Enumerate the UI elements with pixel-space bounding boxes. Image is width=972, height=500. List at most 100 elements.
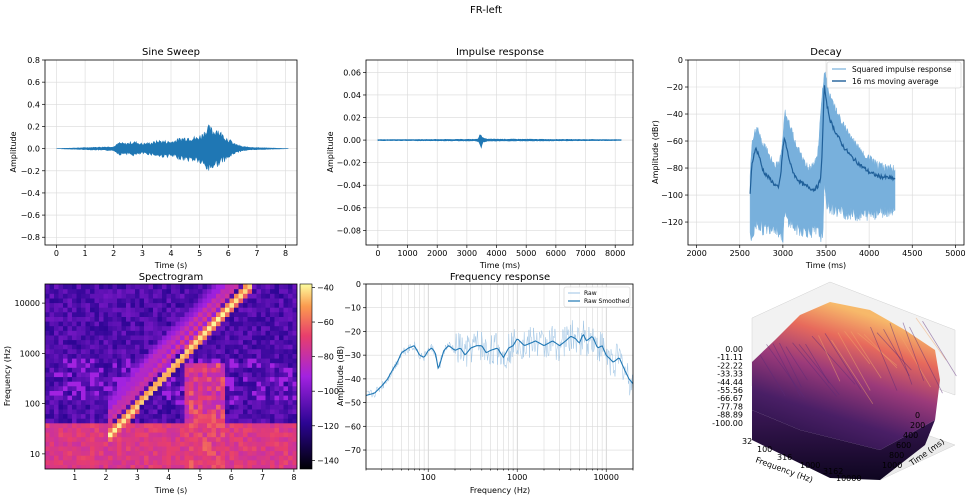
spectrogram-cell bbox=[54, 297, 60, 304]
spectrogram-cell bbox=[166, 321, 172, 327]
spectrogram-cell bbox=[130, 418, 136, 424]
spectrogram-cell bbox=[243, 344, 249, 350]
spectrogram-cell bbox=[90, 367, 96, 373]
spectrogram-cell bbox=[135, 293, 141, 299]
spectrogram-cell bbox=[225, 450, 231, 456]
spectrogram-cell bbox=[225, 445, 231, 452]
spectrogram-cell bbox=[54, 334, 60, 341]
spectrogram-cell bbox=[121, 408, 127, 415]
spectrogram-cell bbox=[76, 288, 82, 294]
spectrogram-cell bbox=[279, 297, 285, 304]
spectrogram-cell bbox=[117, 455, 123, 461]
spectrogram-cell bbox=[270, 395, 276, 401]
spectrogram-cell bbox=[283, 302, 289, 308]
spectrogram-cell bbox=[45, 395, 51, 401]
spectrogram-cell bbox=[45, 334, 51, 341]
y-tick-label: 0 bbox=[678, 56, 683, 65]
spectrogram-cell bbox=[49, 339, 55, 345]
spectrogram-cell bbox=[135, 288, 141, 294]
spectrogram-cell bbox=[81, 288, 87, 294]
spectrogram-cell bbox=[72, 441, 78, 447]
spectrogram-cell bbox=[279, 385, 285, 391]
spectrogram-cell bbox=[283, 459, 289, 465]
spectrogram-cell bbox=[58, 455, 64, 461]
spectrogram-cell bbox=[175, 436, 181, 442]
spectrogram-cell bbox=[261, 413, 267, 419]
spectrogram-cell bbox=[193, 325, 199, 331]
spectrogram-cell bbox=[175, 358, 181, 364]
spectrogram-cell bbox=[162, 358, 168, 364]
spectrogram-cell bbox=[216, 302, 222, 308]
spectrogram-cell bbox=[94, 311, 100, 317]
spectrogram-cell bbox=[283, 385, 289, 391]
spectrogram-cell bbox=[220, 436, 226, 442]
spectrogram-cell bbox=[117, 432, 123, 438]
spectrogram-cell bbox=[148, 311, 154, 317]
spectrogram-cell bbox=[157, 422, 163, 428]
spectrogram-cell bbox=[121, 427, 127, 433]
decay-ylabel: Amplitude (dBr) bbox=[651, 120, 660, 184]
spectrogram-cell bbox=[135, 418, 141, 424]
spectrogram-cell bbox=[49, 334, 55, 341]
spectrogram-cell bbox=[81, 353, 87, 359]
spectrogram-cell bbox=[144, 293, 150, 299]
spectrogram-cell bbox=[216, 408, 222, 415]
spectrogram-cell bbox=[202, 325, 208, 331]
spectrogram-cell bbox=[72, 362, 78, 368]
spectrogram-cell bbox=[247, 321, 253, 327]
spectrogram-cell bbox=[180, 325, 186, 331]
x-tick-label: 100 bbox=[421, 473, 436, 482]
spectrogram-cell bbox=[76, 362, 82, 368]
spectrogram-cell bbox=[162, 362, 168, 368]
y-tick-label: −100 bbox=[661, 191, 683, 200]
spectrogram-cell bbox=[234, 353, 240, 359]
spectrogram-cell bbox=[117, 353, 123, 359]
spectrogram-cell bbox=[81, 311, 87, 317]
spectrogram-cell bbox=[153, 418, 159, 424]
spectrogram-cell bbox=[171, 371, 177, 378]
spectrogram-cell bbox=[288, 450, 294, 456]
spectrogram-cell bbox=[220, 358, 226, 364]
spectrogram-cell bbox=[108, 362, 114, 368]
spectrogram-cell bbox=[67, 385, 73, 391]
spectrogram-cell bbox=[139, 459, 145, 465]
spectrogram-cell bbox=[270, 418, 276, 424]
spectrogram-cell bbox=[274, 311, 280, 317]
spectrogram-cell bbox=[288, 325, 294, 331]
spectrogram-cell bbox=[144, 385, 150, 391]
spectrogram-cell bbox=[45, 376, 51, 382]
spectrogram-cell bbox=[94, 334, 100, 341]
spectrogram-cell bbox=[238, 344, 244, 350]
spectrogram-cell bbox=[283, 381, 289, 387]
spectrogram-cell bbox=[234, 455, 240, 461]
y-tick-label: 0.0 bbox=[27, 145, 40, 154]
spectrogram-cell bbox=[274, 367, 280, 373]
spectrogram-cell bbox=[175, 445, 181, 452]
spectrogram-cell bbox=[171, 381, 177, 387]
spectrogram-cell bbox=[58, 441, 64, 447]
spectrogram-cell bbox=[85, 348, 91, 354]
spectrogram-cell bbox=[112, 390, 118, 396]
spectrogram-cell bbox=[184, 408, 190, 415]
spectrogram-cell bbox=[207, 459, 213, 465]
spectrogram-cell bbox=[256, 348, 262, 354]
spectrogram-cell bbox=[256, 339, 262, 345]
spectrogram-cell bbox=[58, 307, 64, 313]
spectrogram-cell bbox=[157, 436, 163, 442]
spectrogram-cell bbox=[234, 284, 240, 290]
spectrogram-cell bbox=[265, 376, 271, 382]
spectrogram-cell bbox=[49, 353, 55, 359]
spectrogram-cell bbox=[130, 334, 136, 341]
spectrogram-cell bbox=[211, 371, 217, 378]
spectrogram-cell bbox=[225, 293, 231, 299]
spectrogram-cell bbox=[54, 385, 60, 391]
colorbar-tick-label: −60 bbox=[317, 318, 334, 327]
spectrogram-cell bbox=[261, 334, 267, 341]
spectrogram-cell bbox=[234, 399, 240, 405]
spectrogram-cell bbox=[157, 358, 163, 364]
spectrogram-cell bbox=[153, 436, 159, 442]
spectrogram-cell bbox=[67, 441, 73, 447]
spectrogram-cell bbox=[180, 367, 186, 373]
spectrogram-cell bbox=[189, 385, 195, 391]
spectrogram-cell bbox=[49, 436, 55, 442]
